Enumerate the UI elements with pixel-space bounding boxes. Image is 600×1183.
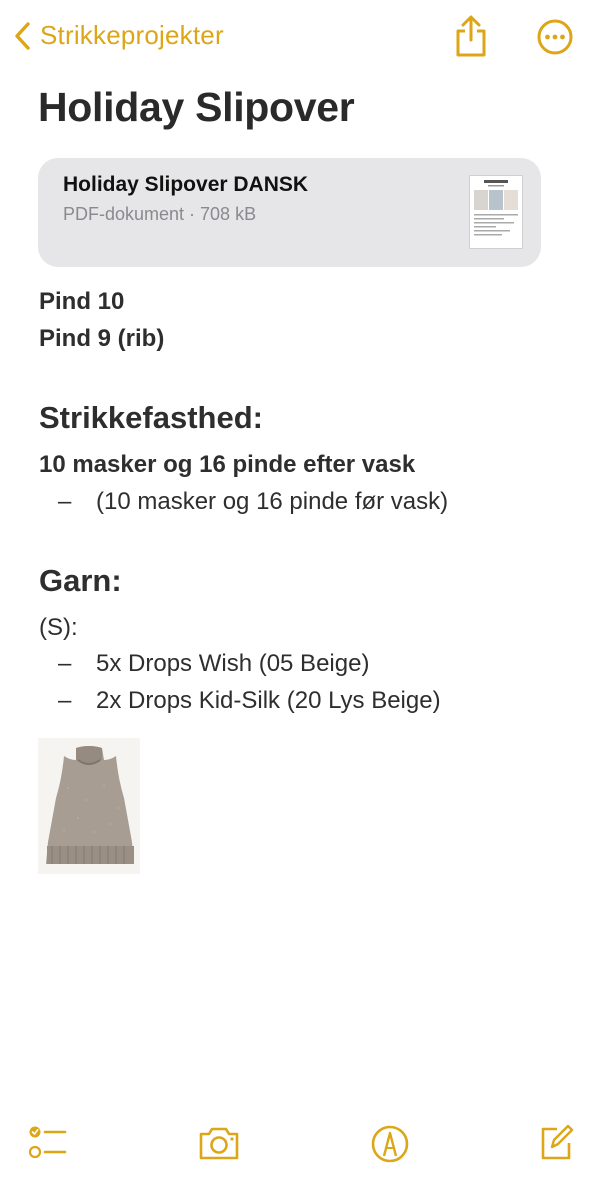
back-label: Strikkeprojekter [40,20,224,50]
pdf-attachment-card[interactable]: Holiday Slipover DANSK PDF-dokument · 70… [38,158,541,267]
list-dash: – [58,650,72,677]
gauge-heading: Strikkefasthed: [39,400,263,435]
note-title[interactable]: Holiday Slipover [38,84,355,131]
compose-icon[interactable] [537,1122,575,1162]
camera-icon[interactable] [197,1124,241,1162]
gauge-main: 10 masker og 16 pinde efter vask [39,451,416,478]
share-icon[interactable] [452,14,490,58]
chevron-left-icon [15,21,30,50]
list-item: 2x Drops Kid-Silk (20 Lys Beige) [96,687,441,714]
attachment-title: Holiday Slipover DANSK [63,173,309,196]
yarn-heading: Garn: [39,563,122,598]
yarn-size: (S): [39,614,78,641]
pdf-thumbnail [470,176,522,248]
needle-line: Pind 10 [39,288,125,315]
needle-line: Pind 9 (rib) [39,325,165,352]
checklist-icon[interactable] [28,1124,68,1164]
ellipsis-circle-icon[interactable] [536,18,574,56]
list-dash: – [58,488,72,515]
list-item: 5x Drops Wish (05 Beige) [96,650,370,677]
list-item: (10 masker og 16 pinde før vask) [96,488,449,515]
attachment-meta: PDF-dokument · 708 kB [63,204,257,224]
back-button[interactable]: Strikkeprojekter [12,20,224,51]
markup-pen-icon[interactable] [370,1124,410,1164]
list-dash: – [58,687,72,714]
knitted-vest-photo[interactable] [38,738,140,874]
